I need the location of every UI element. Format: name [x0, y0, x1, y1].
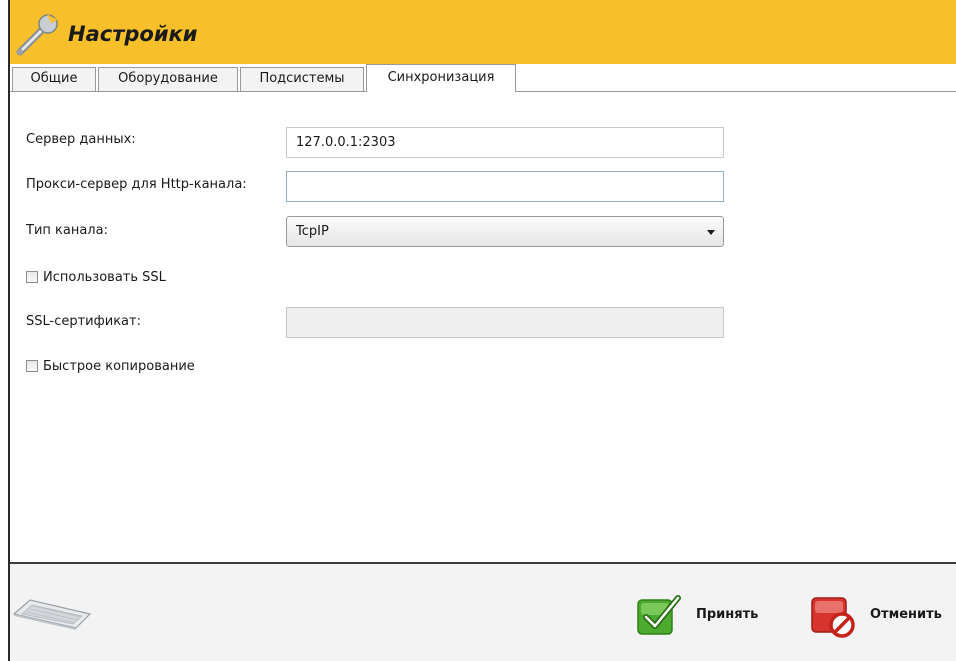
window-title: Настройки — [68, 22, 198, 46]
chevron-down-icon — [707, 230, 715, 235]
http-proxy-input[interactable] — [286, 171, 724, 202]
channel-type-select[interactable]: TcpIP — [286, 216, 724, 247]
fast-copy-checkbox[interactable] — [26, 360, 38, 372]
data-server-input[interactable]: 127.0.0.1:2303 — [286, 127, 724, 158]
channel-type-value: TcpIP — [296, 224, 329, 239]
title-bar: Настройки — [10, 0, 956, 65]
use-ssl-checkbox[interactable] — [26, 271, 38, 283]
cancel-label: Отменить — [870, 607, 942, 622]
cancel-button[interactable]: Отменить — [810, 594, 956, 638]
tab-general[interactable]: Общие — [12, 67, 96, 91]
footer-bar: Принять Отменить — [10, 564, 956, 661]
wrench-icon — [16, 14, 58, 56]
ssl-certificate-input[interactable] — [286, 307, 724, 338]
cancel-icon — [811, 597, 855, 638]
tab-subsystems[interactable]: Подсистемы — [240, 67, 364, 91]
sync-settings-panel: Сервер данных: 127.0.0.1:2303 Прокси-сер… — [10, 92, 956, 562]
fast-copy-label: Быстрое копирование — [43, 359, 195, 374]
tab-synchronization[interactable]: Синхронизация — [366, 64, 516, 92]
keyboard-icon[interactable] — [12, 594, 92, 630]
data-server-label: Сервер данных: — [26, 132, 136, 147]
channel-type-label: Тип канала: — [26, 223, 108, 238]
http-proxy-label: Прокси-сервер для Http-канала: — [26, 177, 247, 192]
tab-equipment[interactable]: Оборудование — [98, 67, 238, 91]
accept-label: Принять — [696, 607, 759, 622]
check-icon — [637, 595, 681, 635]
settings-window: Настройки Общие Оборудование Подсистемы … — [8, 0, 956, 661]
tab-bar: Общие Оборудование Подсистемы Синхрониза… — [10, 64, 956, 92]
use-ssl-label: Использовать SSL — [43, 270, 166, 285]
accept-button[interactable]: Принять — [636, 594, 766, 638]
ssl-certificate-label: SSL-сертификат: — [26, 314, 141, 329]
